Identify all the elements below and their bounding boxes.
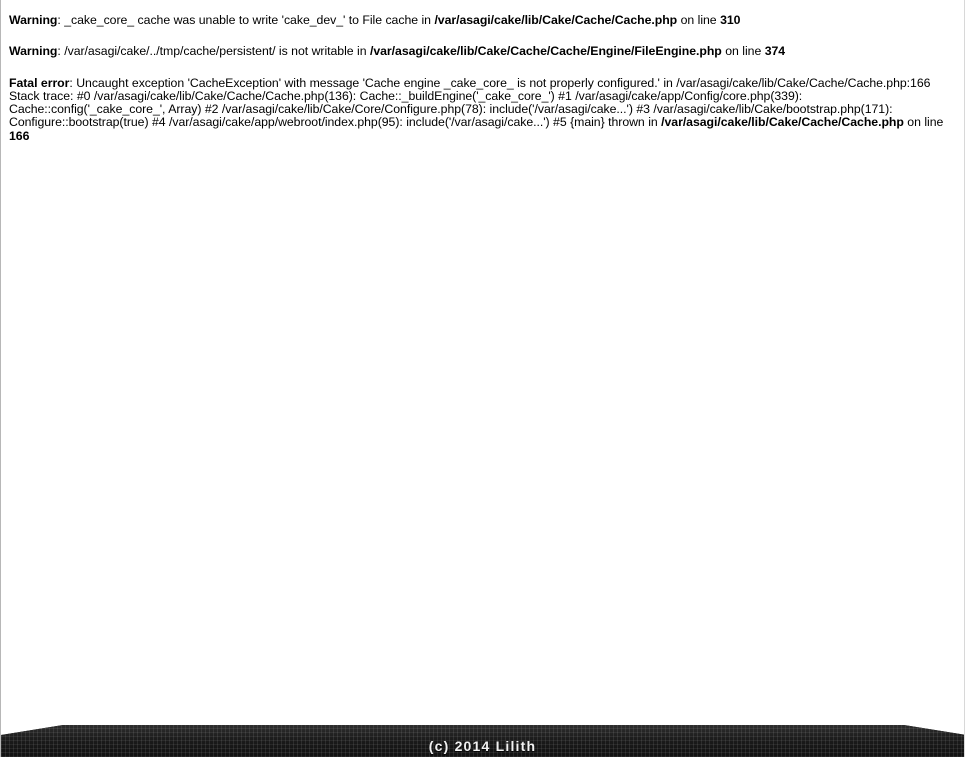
page-footer: (c) 2014 Lilith bbox=[1, 715, 964, 757]
fatal-error-line-number: 166 bbox=[9, 128, 30, 143]
warning-file-path: /var/asagi/cake/lib/Cake/Cache/Cache.php bbox=[434, 13, 678, 27]
warning-label: Warning bbox=[9, 13, 58, 27]
warning-message: Warning: _cake_core_ cache was unable to… bbox=[9, 13, 956, 27]
fatal-error-on-line-text: on line bbox=[903, 115, 944, 130]
warning-body: : /var/asagi/cake/../tmp/cache/persisten… bbox=[57, 44, 370, 59]
warning-message: Warning: /var/asagi/cake/../tmp/cache/pe… bbox=[9, 45, 956, 58]
warning-on-line-text: on line bbox=[677, 13, 721, 27]
warning-body: : _cake_core_ cache was unable to write … bbox=[57, 13, 435, 27]
fatal-error-message: Fatal error: Uncaught exception 'CacheEx… bbox=[9, 75, 956, 143]
fatal-error-label: Fatal error bbox=[9, 75, 70, 90]
warning-label: Warning bbox=[9, 44, 58, 59]
fatal-error-file-path: /var/asagi/cake/lib/Cake/Cache/Cache.php bbox=[661, 115, 904, 130]
page-root: Warning: _cake_core_ cache was unable to… bbox=[0, 0, 965, 757]
php-error-output: Warning: _cake_core_ cache was unable to… bbox=[1, 0, 964, 143]
warning-line-number: 374 bbox=[764, 44, 786, 59]
warning-file-path: /var/asagi/cake/lib/Cake/Cache/Cache/Eng… bbox=[369, 44, 722, 59]
warning-on-line-text: on line bbox=[721, 44, 765, 59]
footer-copyright: (c) 2014 Lilith bbox=[428, 738, 537, 754]
warning-line-number: 310 bbox=[720, 13, 741, 27]
